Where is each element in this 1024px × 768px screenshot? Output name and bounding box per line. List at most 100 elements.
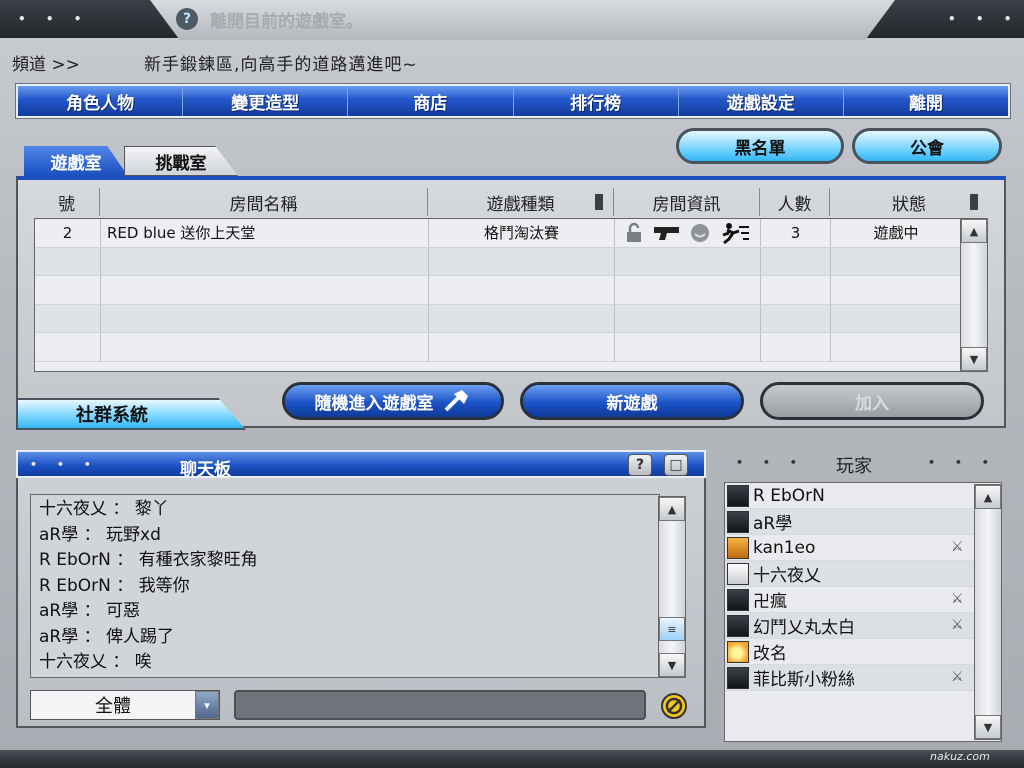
player-item[interactable]: 幻鬥乂丸太白 ⚔ — [725, 613, 1001, 639]
room-name: RED blue 送你上天堂 — [101, 219, 429, 247]
scroll-up-icon[interactable]: ▲ — [975, 485, 1001, 509]
hammer-icon — [444, 390, 468, 412]
chat-target-select[interactable]: 全體 ▾ — [30, 690, 220, 720]
player-item[interactable]: 十六夜乂 — [725, 561, 1001, 587]
player-avatar — [727, 614, 749, 637]
players-title: 玩家 — [836, 456, 872, 477]
player-avatar — [727, 640, 749, 663]
player-item[interactable]: 卍瘋 ⚔ — [725, 587, 1001, 613]
player-name: 卍瘋 — [753, 592, 787, 612]
table-row-empty — [35, 247, 961, 276]
guild-button[interactable]: 公會 — [852, 128, 1002, 164]
room-info-icons — [615, 219, 761, 247]
blacklist-button[interactable]: 黑名單 — [676, 128, 844, 164]
player-name: 十六夜乂 — [753, 566, 821, 586]
player-avatar — [727, 536, 749, 559]
main-menu: 角色人物 變更造型 商店 排行榜 遊戲設定 離開 — [16, 84, 1010, 118]
players-header: • • • 玩家 • • • — [724, 448, 1004, 478]
col-header-game-type[interactable]: 遊戲種類 — [428, 188, 614, 216]
menu-change-style[interactable]: 變更造型 — [183, 86, 349, 116]
player-name: 改名 — [753, 644, 787, 664]
title-dots-left: • • • — [18, 12, 90, 26]
channel-label: 頻道 >> — [12, 55, 80, 75]
chat-input[interactable] — [234, 690, 646, 720]
random-join-button[interactable]: 隨機進入遊戲室 — [282, 382, 504, 420]
col-header-number[interactable]: 號 — [34, 188, 100, 216]
table-row-empty — [35, 333, 961, 362]
player-item[interactable]: 菲比斯小粉絲 ⚔ — [725, 665, 1001, 691]
random-join-label: 隨機進入遊戲室 — [314, 393, 434, 414]
col-header-room-info[interactable]: 房間資訊 — [614, 188, 760, 216]
chevron-down-icon[interactable]: ▾ — [195, 691, 219, 719]
table-row[interactable]: 2 RED blue 送你上天堂 格鬥淘汰賽 3 遊戲中 — [35, 219, 961, 248]
minimize-icon[interactable]: □ — [664, 454, 688, 476]
player-list-scrollbar[interactable]: ▲ ▼ — [974, 484, 1002, 740]
menu-character[interactable]: 角色人物 — [18, 86, 184, 116]
chat-message: aR學 ： 玩野xd — [39, 524, 161, 545]
player-item[interactable]: aR學 — [725, 509, 1001, 535]
menu-game-settings[interactable]: 遊戲設定 — [679, 86, 844, 116]
chat-message: aR學 ： 可惡 — [39, 601, 141, 621]
chat-log: 十六夜乂 ： 黎丫 aR學 ： 玩野xd R EbOrN ： 有種衣家黎旺角 R… — [30, 494, 660, 678]
player-item[interactable]: R EbOrN — [725, 483, 1001, 509]
smiley-icon — [691, 223, 710, 242]
col-header-game-type-label: 遊戲種類 — [486, 194, 555, 215]
status-flag-icon: ⚔ — [951, 617, 964, 633]
players-dots-right: • • • — [928, 456, 997, 469]
scroll-up-icon[interactable]: ▲ — [659, 497, 685, 521]
chat-message: 十六夜乂 ： 黎丫 — [39, 499, 169, 519]
scroll-up-icon[interactable]: ▲ — [961, 219, 987, 243]
status-flag-icon: ⚔ — [951, 591, 964, 607]
social-system-tab[interactable]: 社群系統 — [16, 398, 246, 430]
player-avatar — [727, 562, 749, 585]
col-header-player-count[interactable]: 人數 — [760, 188, 830, 216]
chat-panel-header: • • • 聊天板 ? □ — [16, 450, 706, 480]
tab-challenge-room[interactable]: 挑戰室 — [124, 146, 238, 176]
filter-toggle-icon[interactable] — [970, 194, 978, 210]
room-number: 2 — [35, 219, 101, 247]
new-game-button[interactable]: 新遊戲 — [520, 382, 744, 420]
lock-open-icon — [626, 222, 641, 242]
scroll-thumb[interactable]: ≡ — [659, 617, 685, 641]
player-name: 菲比斯小粉絲 — [753, 670, 855, 690]
table-row-empty — [35, 276, 961, 305]
title-dots-right: • • • — [948, 12, 1020, 26]
scroll-down-icon[interactable]: ▼ — [961, 347, 987, 371]
menu-ranking[interactable]: 排行榜 — [514, 86, 679, 116]
status-flag-icon: ⚔ — [951, 669, 964, 685]
col-header-status[interactable]: 狀態 — [830, 188, 988, 216]
chat-message: R EbOrN ： 有種衣家黎旺角 — [39, 550, 258, 570]
chat-scrollbar[interactable]: ▲ ≡ ▼ — [658, 496, 686, 678]
room-status: 遊戲中 — [873, 224, 919, 243]
channel-message: 新手鍛鍊區,向高手的道路邁進吧~ — [144, 55, 418, 75]
chat-target-value: 全體 — [95, 696, 131, 717]
filter-toggle-icon[interactable] — [595, 194, 603, 210]
runner-icon — [722, 222, 750, 244]
chat-message: aR學 ： 俾人踢了 — [39, 626, 175, 647]
scroll-down-icon[interactable]: ▼ — [975, 715, 1001, 739]
help-icon[interactable]: ? — [628, 454, 652, 476]
players-dots-left: • • • — [736, 456, 805, 469]
game-type: 格鬥淘汰賽 — [429, 219, 615, 247]
menu-exit[interactable]: 離開 — [844, 86, 1008, 116]
help-icon[interactable]: ? — [176, 8, 198, 30]
room-list-scrollbar[interactable]: ▲ ▼ — [960, 218, 988, 372]
tab-game-room[interactable]: 遊戲室 — [24, 146, 128, 176]
col-header-room-name[interactable]: 房間名稱 — [100, 188, 428, 216]
player-name: kan1eo — [753, 537, 816, 558]
col-header-status-label: 狀態 — [892, 194, 926, 215]
player-count: 3 — [761, 219, 831, 247]
player-name: aR學 — [753, 514, 793, 534]
join-button[interactable]: 加入 — [760, 382, 984, 420]
player-item[interactable]: kan1eo ⚔ — [725, 535, 1001, 561]
scroll-down-icon[interactable]: ▼ — [659, 653, 685, 677]
block-icon[interactable] — [660, 692, 688, 720]
player-name: R EbOrN — [753, 485, 825, 506]
table-row-empty — [35, 304, 961, 333]
player-name: 幻鬥乂丸太白 — [753, 618, 855, 638]
chat-message: 十六夜乂 ： 唉 — [39, 652, 152, 672]
chat-message: R EbOrN ： 我等你 — [39, 575, 190, 596]
player-item[interactable]: 改名 — [725, 639, 1001, 665]
player-avatar — [727, 666, 749, 689]
menu-shop[interactable]: 商店 — [348, 86, 514, 116]
